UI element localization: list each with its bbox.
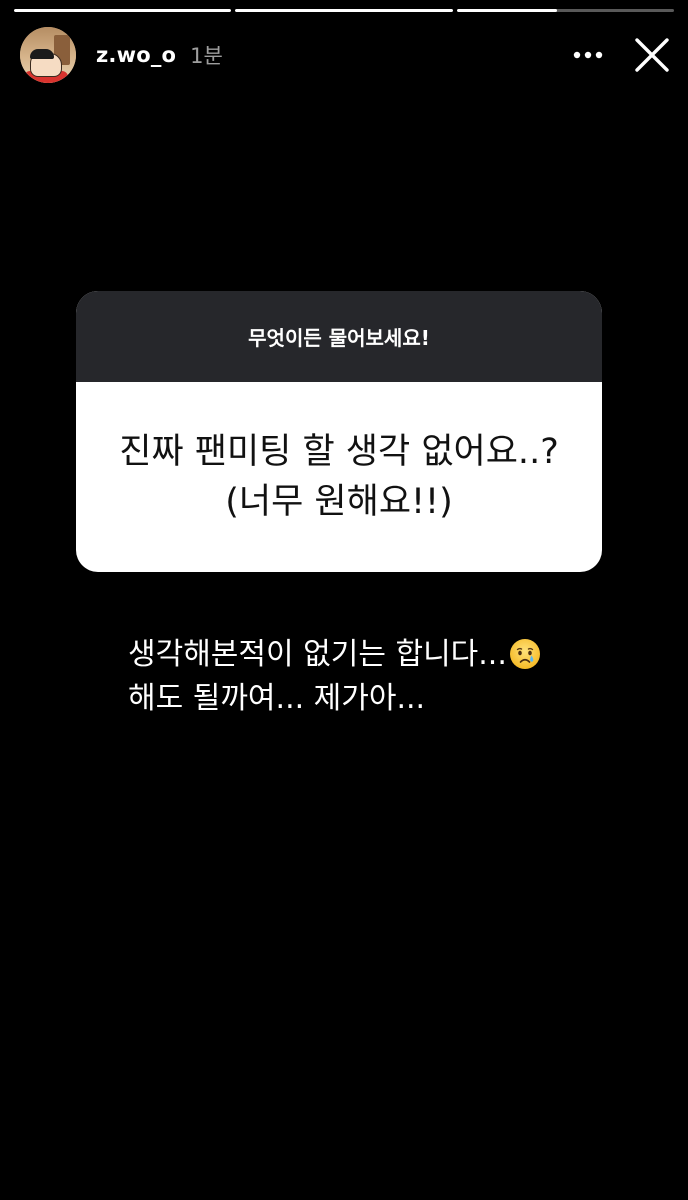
question-text-line-2: (너무 원해요!!) [225, 482, 453, 522]
progress-fill-1 [14, 9, 232, 12]
question-text-line-1: 진짜 팬미팅 할 생각 없어요..? [119, 432, 559, 472]
answer-text: 생각해본적이 없기는 합니다... 해도 될까여... 제가아... [128, 633, 628, 721]
question-prompt: 무엇이든 물어보세요! [76, 291, 602, 382]
story-header: z.wo_o 1분 [20, 27, 674, 83]
progress-segment-1 [14, 9, 232, 12]
answer-line-2: 해도 될까여... 제가아... [128, 681, 426, 716]
question-sticker[interactable]: 무엇이든 물어보세요! 진짜 팬미팅 할 생각 없어요..? (너무 원해요!!… [76, 291, 602, 572]
question-body: 진짜 팬미팅 할 생각 없어요..? (너무 원해요!!) [76, 382, 602, 572]
close-button[interactable] [630, 33, 674, 77]
timestamp: 1분 [190, 44, 223, 68]
username[interactable]: z.wo_o [96, 43, 176, 67]
close-icon [635, 38, 669, 72]
progress-segment-3 [456, 9, 674, 12]
progress-fill-2 [235, 9, 453, 12]
more-options-button[interactable] [568, 35, 608, 75]
progress-fill-3 [456, 9, 557, 12]
answer-line-1: 생각해본적이 없기는 합니다... [128, 633, 628, 677]
more-horizontal-icon [573, 51, 603, 59]
avatar-icon[interactable] [20, 27, 76, 83]
answer-line-1-text: 생각해본적이 없기는 합니다... [128, 637, 507, 672]
crying-face-icon [509, 639, 540, 669]
story-progress-bar [14, 9, 674, 12]
progress-segment-2 [235, 9, 453, 12]
